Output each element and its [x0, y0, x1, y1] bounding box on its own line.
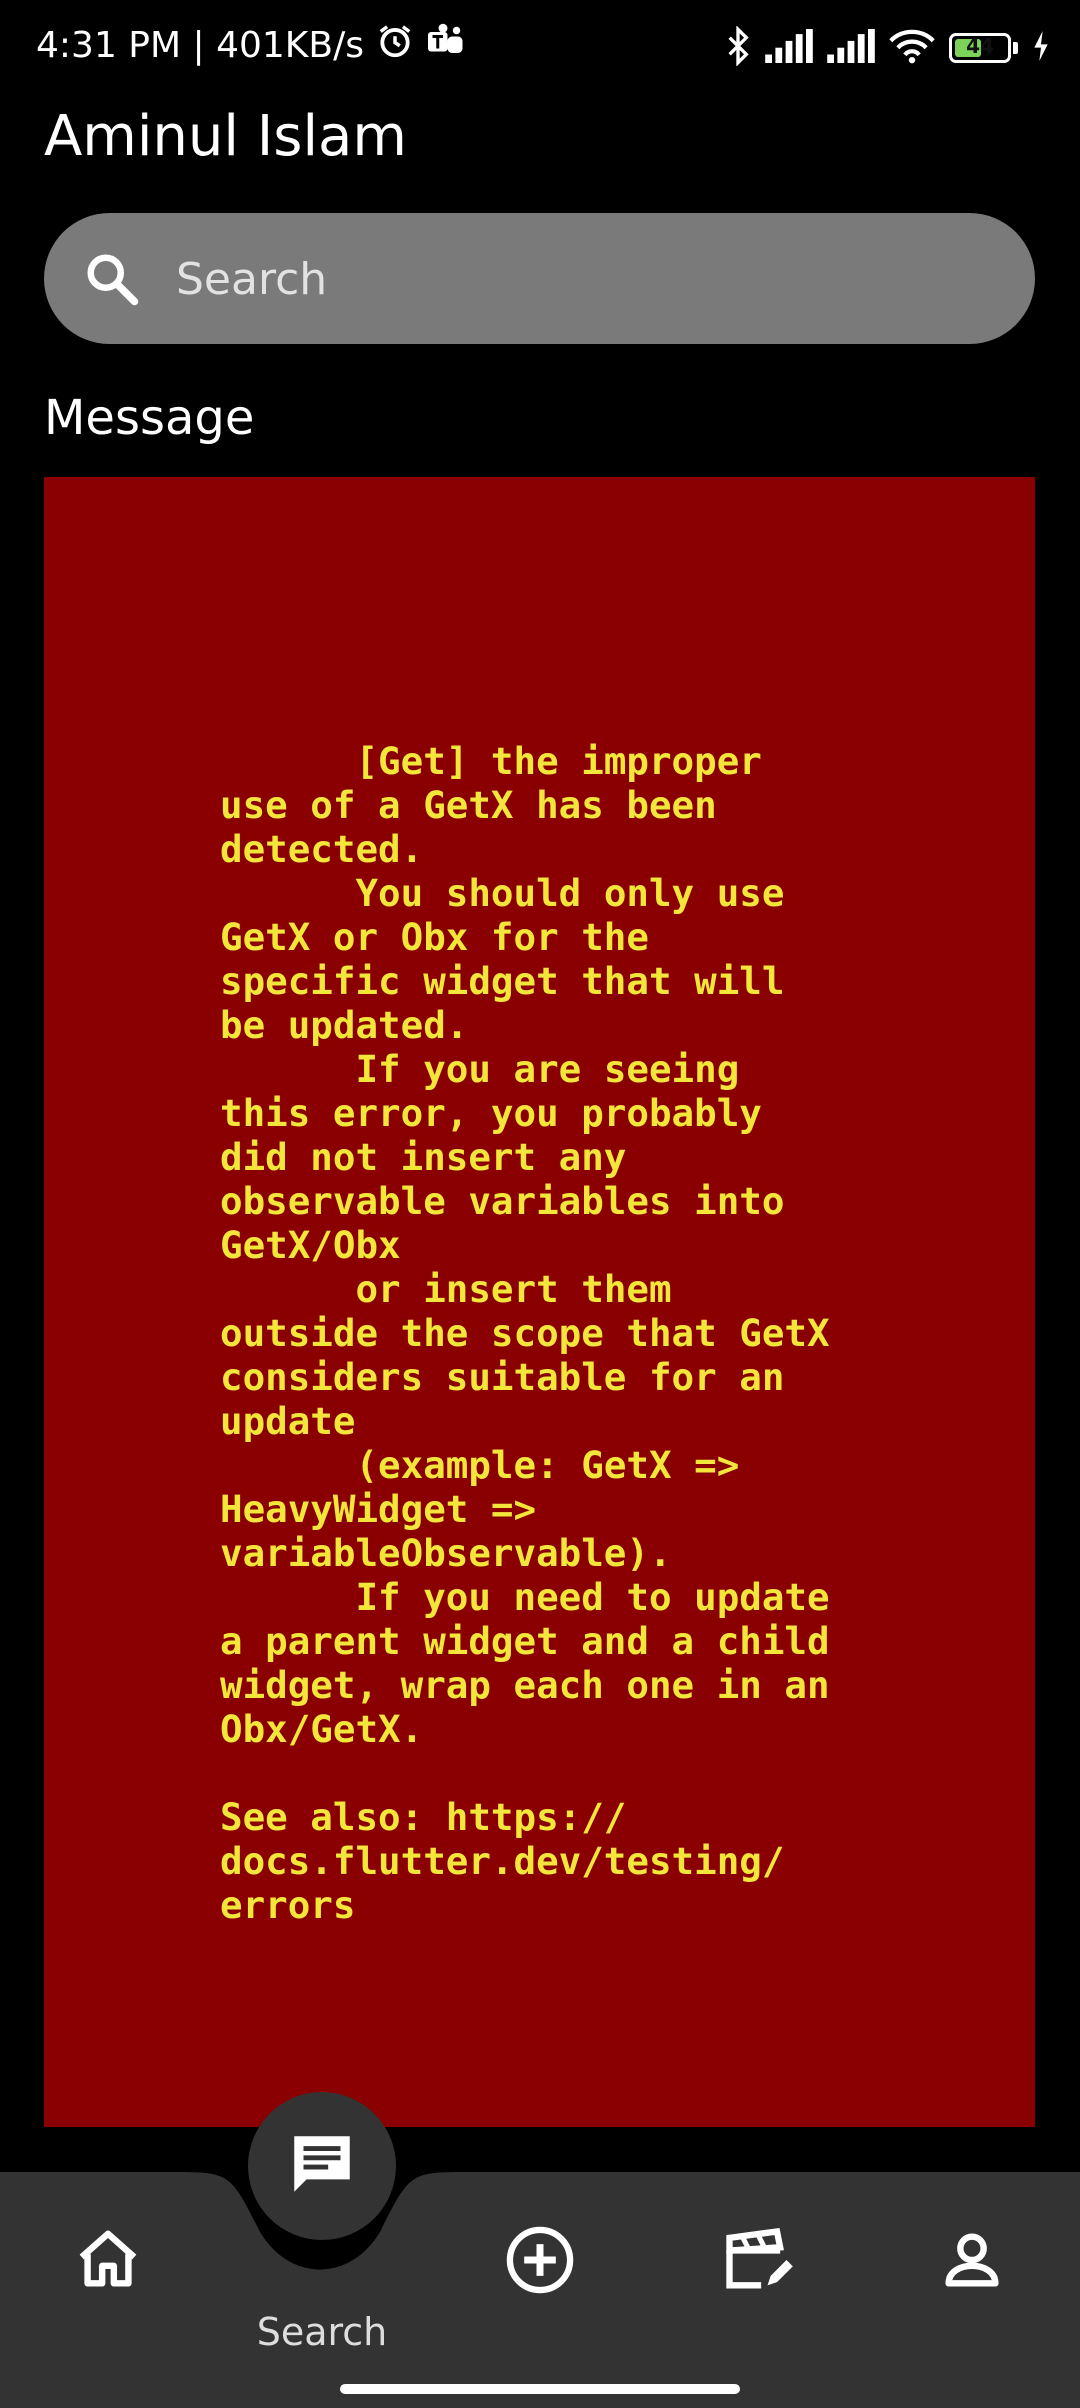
search-bar[interactable]: [44, 213, 1035, 346]
nav-message-active[interactable]: [248, 2092, 396, 2240]
status-right: 44: [725, 25, 1050, 70]
signal-icon: [827, 29, 875, 67]
section-title: Message: [44, 390, 255, 446]
person-icon: [937, 2225, 1007, 2299]
signal-icon: [765, 29, 813, 67]
home-indicator[interactable]: [340, 2384, 740, 2394]
page-title: Aminul Islam: [44, 104, 407, 169]
search-input[interactable]: [174, 213, 998, 346]
message-icon: [285, 2127, 359, 2205]
status-bar: 4:31 PM | 401KB/s 44: [0, 0, 1080, 100]
search-icon: [82, 249, 142, 309]
nav-add[interactable]: [480, 2202, 600, 2322]
error-panel: [Get] the improper use of a GetX has bee…: [44, 477, 1035, 2127]
add-circle-icon: [502, 2222, 578, 2302]
nav-reels[interactable]: [698, 2202, 818, 2322]
bottom-nav: Search: [0, 2092, 1080, 2408]
nav-active-label: Search: [256, 2310, 388, 2354]
bluetooth-icon: [725, 25, 751, 70]
nav-home[interactable]: [48, 2202, 168, 2322]
status-left: 4:31 PM | 401KB/s: [36, 22, 466, 69]
nav-profile[interactable]: [912, 2202, 1032, 2322]
charging-icon: [1032, 31, 1050, 65]
status-time: 4:31 PM | 401KB/s: [36, 25, 364, 66]
clapperboard-edit-icon: [720, 2222, 796, 2302]
teams-icon: [426, 23, 466, 68]
battery-icon: 44: [949, 33, 1011, 63]
wifi-icon: [889, 28, 935, 68]
home-icon: [73, 2225, 143, 2299]
battery-percent: 44: [966, 34, 994, 58]
alarm-icon: [376, 22, 414, 69]
error-message: [Get] the improper use of a GetX has bee…: [220, 739, 830, 1927]
battery-cap: [1013, 42, 1018, 54]
